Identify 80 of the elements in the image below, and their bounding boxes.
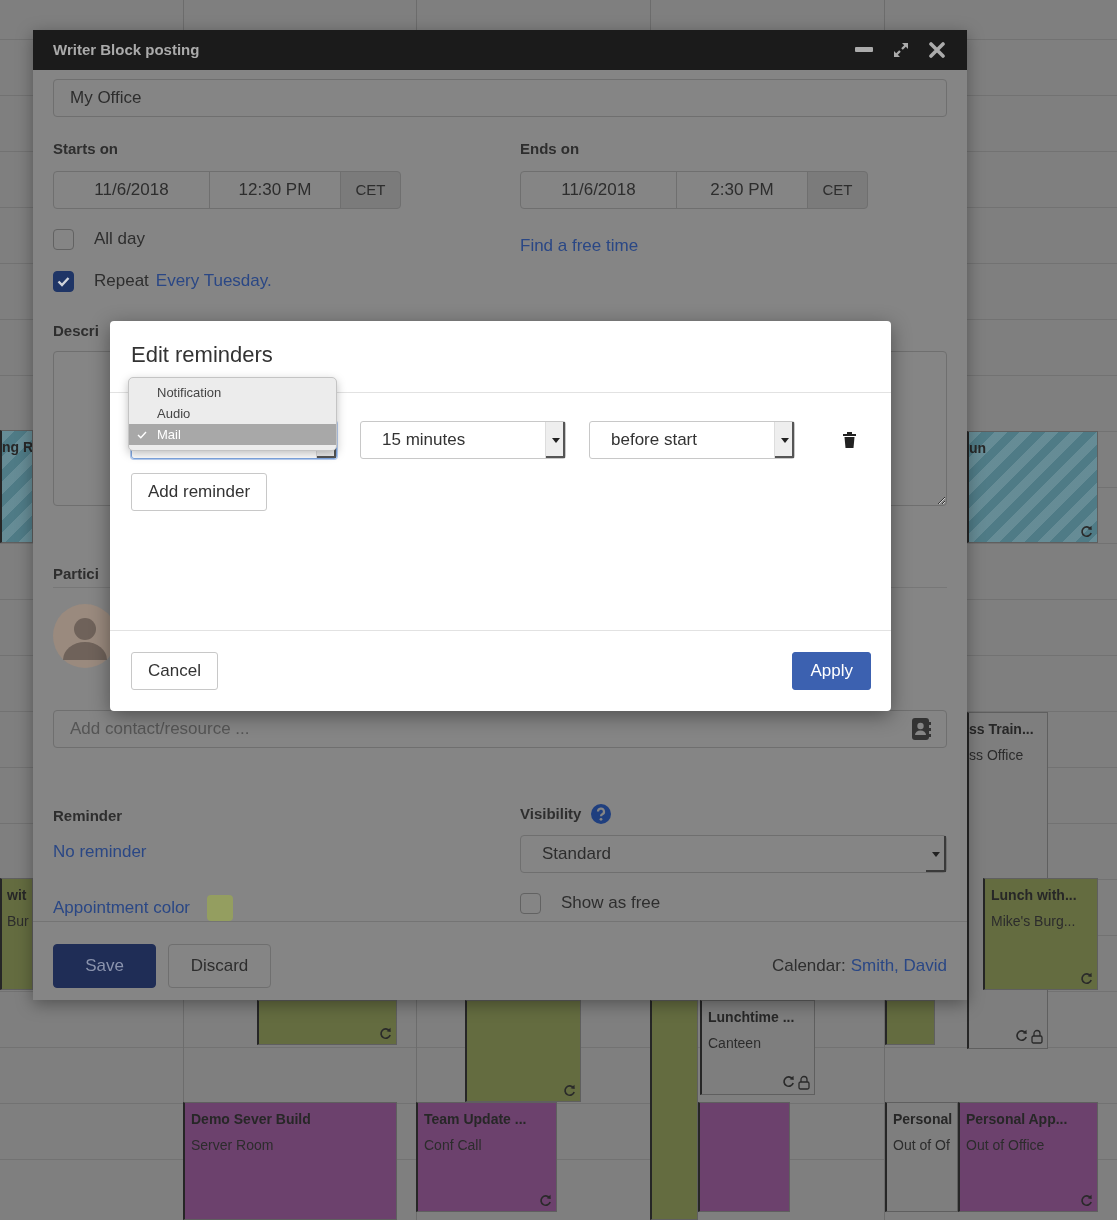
caret-icon bbox=[551, 437, 560, 443]
calendar-event[interactable]: Personal Out of Of bbox=[885, 1102, 958, 1212]
checkbox[interactable] bbox=[53, 228, 74, 250]
event-location: Out of Office bbox=[966, 1136, 1046, 1154]
event-location: ss Office bbox=[969, 746, 1025, 764]
calendar-event[interactable] bbox=[885, 1000, 935, 1045]
help-icon[interactable] bbox=[591, 804, 612, 824]
window-title: Writer Block posting bbox=[53, 39, 201, 60]
checkbox-label: Repeat bbox=[94, 270, 149, 292]
cancel-button[interactable]: Cancel bbox=[131, 652, 218, 690]
event-title: Demo Sever Build bbox=[191, 1110, 312, 1128]
repeat-link[interactable]: Every Tuesday. bbox=[155, 270, 272, 292]
field-label: Partici bbox=[53, 564, 99, 584]
event-location: Canteen bbox=[708, 1034, 762, 1052]
calendar-event[interactable]: Lunchtime ... Canteen bbox=[700, 1000, 815, 1095]
add-reminder-button[interactable]: Add reminder bbox=[131, 473, 268, 511]
apply-button[interactable]: Apply bbox=[792, 652, 871, 690]
dropdown-option[interactable]: Notification bbox=[129, 382, 336, 403]
check-icon bbox=[57, 275, 70, 287]
field-label: Descri bbox=[53, 321, 99, 341]
expand-icon[interactable] bbox=[893, 42, 909, 58]
checkbox-label: All day bbox=[94, 228, 146, 250]
checkbox[interactable] bbox=[53, 270, 74, 292]
dropdown[interactable]: before start bbox=[589, 421, 795, 459]
calendar-event[interactable]: Demo Sever Build Server Room bbox=[183, 1102, 397, 1220]
find-free-time-link[interactable]: Find a free time bbox=[520, 235, 639, 257]
calendar-event[interactable]: un bbox=[967, 431, 1098, 543]
checkbox[interactable] bbox=[520, 892, 541, 914]
calendar-event[interactable]: ng R bbox=[0, 430, 33, 543]
dropdown-option[interactable]: Mail bbox=[129, 424, 336, 445]
discard-button[interactable]: Discard bbox=[168, 944, 271, 988]
calendar-label: Calendar: bbox=[771, 955, 846, 977]
event-title: wit bbox=[7, 886, 28, 904]
field-label: Ends on bbox=[520, 139, 580, 159]
event-title: Lunchtime ... bbox=[708, 1008, 796, 1026]
reminder-link[interactable]: No reminder bbox=[53, 841, 147, 863]
check-icon bbox=[137, 430, 147, 439]
color-swatch[interactable] bbox=[207, 895, 234, 921]
dialog-title: Edit reminders bbox=[131, 342, 273, 367]
caret-icon bbox=[932, 851, 940, 857]
event-location: Out of Of bbox=[893, 1136, 951, 1154]
calendar-event[interactable] bbox=[257, 1000, 397, 1045]
timezone-addon[interactable]: CET bbox=[340, 171, 401, 209]
event-title: Personal bbox=[893, 1110, 953, 1128]
field-label: Reminder bbox=[53, 806, 123, 826]
event-location: Mike's Burg... bbox=[991, 912, 1077, 930]
field-label: Starts on bbox=[53, 139, 118, 159]
minimize-icon[interactable] bbox=[855, 47, 873, 53]
location-field[interactable]: My Office bbox=[53, 79, 947, 117]
event-title: ss Train... bbox=[969, 720, 1035, 738]
date-field[interactable]: 11/6/2018 bbox=[520, 171, 677, 209]
checkbox-label: Show as free bbox=[561, 892, 661, 914]
dropdown-option[interactable]: Audio bbox=[129, 403, 336, 424]
event-location: Bur bbox=[7, 912, 30, 930]
event-location: Conf Call bbox=[424, 1136, 483, 1154]
event-title: Lunch with... bbox=[991, 886, 1078, 904]
calendar-event[interactable]: Team Update ... Conf Call bbox=[416, 1102, 557, 1212]
trash-icon[interactable] bbox=[843, 432, 856, 448]
event-title: ng R bbox=[2, 438, 32, 456]
event-title: Team Update ... bbox=[424, 1110, 528, 1128]
field-label: Visibility bbox=[520, 804, 582, 824]
calendar-event[interactable] bbox=[698, 1102, 790, 1212]
date-field[interactable]: 11/6/2018 bbox=[53, 171, 210, 209]
calendar-event[interactable] bbox=[465, 1000, 581, 1102]
calendar-event[interactable] bbox=[650, 1000, 698, 1220]
save-button[interactable]: Save bbox=[53, 944, 156, 988]
calendar-owner-link[interactable]: Smith, David bbox=[850, 955, 947, 977]
caret-icon bbox=[780, 437, 789, 443]
visibility-dropdown[interactable]: Standard bbox=[520, 835, 947, 873]
calendar-event[interactable]: Lunch with... Mike's Burg... bbox=[983, 878, 1098, 990]
appointment-color-link[interactable]: Appointment color bbox=[53, 897, 191, 919]
timezone-addon[interactable]: CET bbox=[807, 171, 868, 209]
address-book-icon[interactable] bbox=[912, 718, 932, 740]
calendar-event[interactable]: Personal App... Out of Office bbox=[958, 1102, 1098, 1212]
event-title: Personal App... bbox=[966, 1110, 1069, 1128]
dropdown[interactable]: 15 minutes bbox=[360, 421, 566, 459]
close-icon[interactable] bbox=[929, 42, 945, 58]
event-location: Server Room bbox=[191, 1136, 275, 1154]
event-title: un bbox=[969, 439, 988, 457]
calendar-event[interactable]: wit Bur bbox=[0, 878, 33, 990]
